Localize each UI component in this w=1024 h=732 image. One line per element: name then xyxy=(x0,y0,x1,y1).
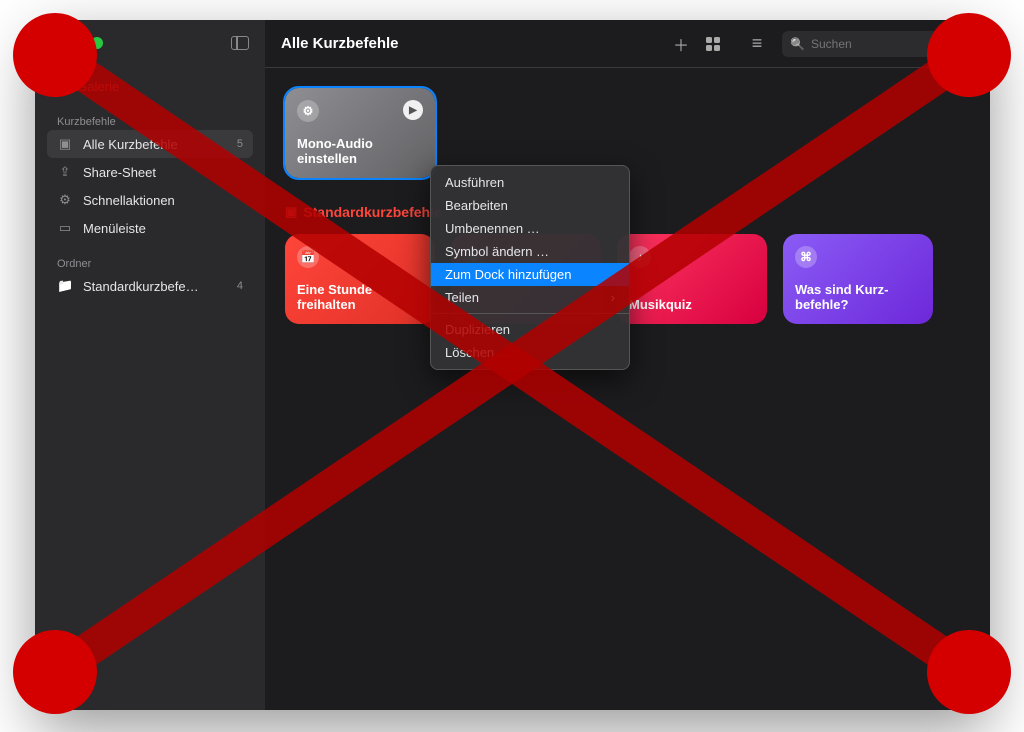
ctx-delete[interactable]: Löschen … xyxy=(431,341,629,364)
ctx-separator xyxy=(431,313,629,314)
ctx-duplicate[interactable]: Duplizieren xyxy=(431,318,629,341)
titlebar: Alle Kurzbefehle xyxy=(265,20,990,68)
sidebar-item-label: Menüleiste xyxy=(83,221,146,236)
fullscreen-window-icon[interactable] xyxy=(91,37,103,49)
sidebar-item-count: 4 xyxy=(237,280,243,292)
ctx-run[interactable]: Ausführen xyxy=(431,171,629,194)
grid-icon xyxy=(57,78,69,94)
card-label: Musikquiz xyxy=(629,297,755,312)
window-controls xyxy=(47,30,253,56)
menubar-icon xyxy=(57,220,73,236)
shortcut-card-mono-audio[interactable]: ⚙ Mono-Audio einstellen xyxy=(285,88,435,178)
sidebar-section-folders: Ordner xyxy=(47,256,253,272)
sidebar-item-label: Schnellaktionen xyxy=(83,193,175,208)
ctx-share[interactable]: Teilen xyxy=(431,286,629,309)
play-icon[interactable] xyxy=(403,100,423,120)
ctx-change-icon[interactable]: Symbol ändern … xyxy=(431,240,629,263)
shortcuts-icon: ⌘ xyxy=(795,246,817,268)
card-label: Mono-Audio einstellen xyxy=(297,136,423,166)
search-field[interactable] xyxy=(782,31,974,57)
sidebar-item-menubar[interactable]: Menüleiste xyxy=(47,214,253,242)
folder-icon xyxy=(57,278,73,294)
shortcut-card-musicquiz[interactable]: ♪ Musikquiz xyxy=(617,234,767,324)
sidebar-section-shortcuts: Kurzbefehle xyxy=(47,114,253,130)
sidebar-item-sharesheet[interactable]: Share-Sheet xyxy=(47,158,253,186)
close-window-icon[interactable] xyxy=(51,37,63,49)
sidebar-item-label: Standardkurzbefe… xyxy=(83,279,199,294)
card-label: Eine Stunde freihalten xyxy=(297,282,423,312)
shortcut-card-hour-free[interactable]: 📅 Eine Stunde freihalten xyxy=(285,234,435,324)
add-button[interactable] xyxy=(668,32,694,56)
calendar-icon: 📅 xyxy=(297,246,319,268)
sidebar-toggle-icon[interactable] xyxy=(231,36,249,50)
chevron-right-icon xyxy=(611,290,615,305)
sidebar-item-count: 5 xyxy=(237,138,243,150)
page-title: Alle Kurzbefehle xyxy=(281,35,656,52)
sidebar-item-all[interactable]: Alle Kurzbefehle 5 xyxy=(47,130,253,158)
sidebar-folder-standard[interactable]: Standardkurzbefe… 4 xyxy=(47,272,253,300)
ctx-edit[interactable]: Bearbeiten xyxy=(431,194,629,217)
card-label: Was sind Kurz­befehle? xyxy=(795,282,921,312)
context-menu: Ausführen Bearbeiten Umbenennen … Symbol… xyxy=(430,165,630,370)
music-icon: ♪ xyxy=(629,246,651,268)
settings-icon: ⚙ xyxy=(297,100,319,122)
search-input[interactable] xyxy=(811,37,966,51)
ctx-rename[interactable]: Umbenennen … xyxy=(431,217,629,240)
sidebar-item-label: Alle Kurzbefehle xyxy=(83,137,178,152)
box-icon xyxy=(57,136,73,152)
cards-row-top: ⚙ Mono-Audio einstellen xyxy=(285,88,970,178)
sidebar-item-label: Share-Sheet xyxy=(83,165,156,180)
app-window: Galerie Kurzbefehle Alle Kurzbefehle 5 S… xyxy=(35,20,990,710)
sidebar-gallery[interactable]: Galerie xyxy=(47,72,253,100)
shortcut-card-whatare[interactable]: ⌘ Was sind Kurz­befehle? xyxy=(783,234,933,324)
ctx-add-to-dock[interactable]: Zum Dock hinzufügen xyxy=(431,263,629,286)
sidebar: Galerie Kurzbefehle Alle Kurzbefehle 5 S… xyxy=(35,20,265,710)
list-view-button[interactable] xyxy=(744,33,770,54)
gallery-label: Galerie xyxy=(77,79,119,94)
sidebar-item-quickactions[interactable]: Schnellaktionen xyxy=(47,186,253,214)
grid-view-button[interactable] xyxy=(706,37,732,51)
gear-icon xyxy=(57,192,73,208)
minimize-window-icon[interactable] xyxy=(71,37,83,49)
share-icon xyxy=(57,164,73,180)
